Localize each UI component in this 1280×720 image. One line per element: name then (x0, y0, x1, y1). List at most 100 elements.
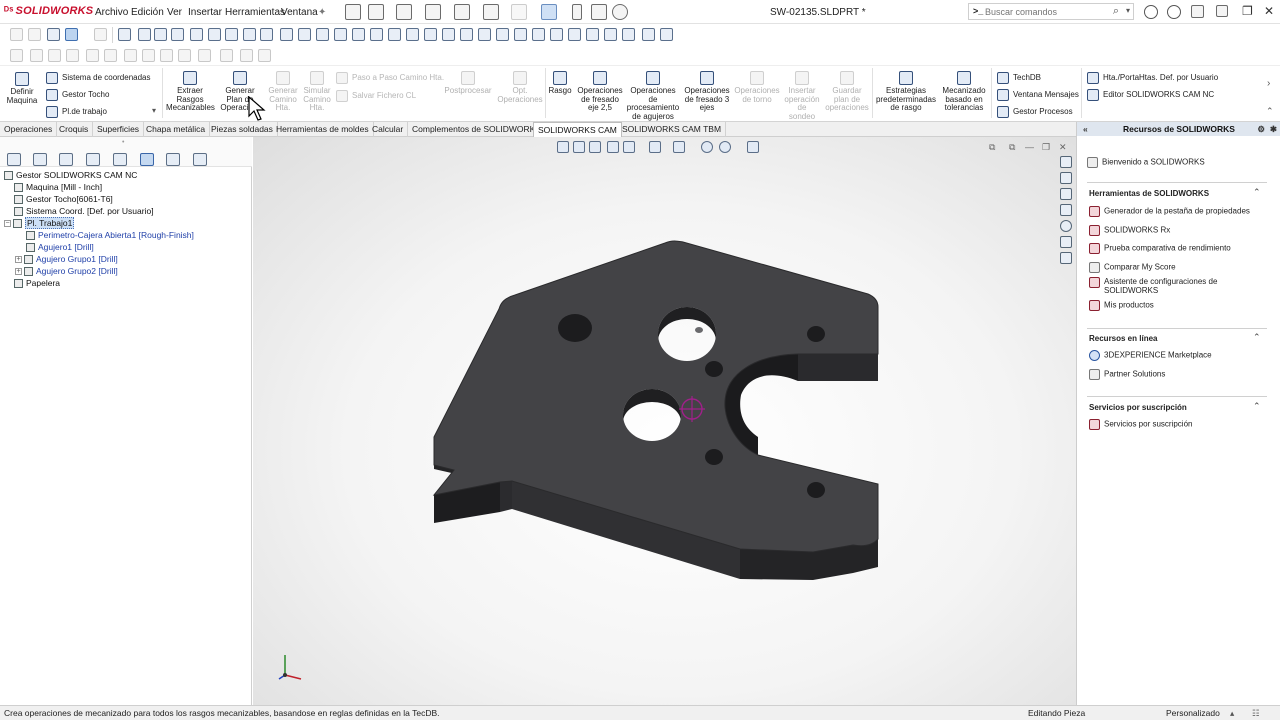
menu-herramientas[interactable]: Herramientas (225, 7, 285, 18)
share-icon[interactable] (1191, 5, 1204, 18)
section-tools-header[interactable]: Herramientas de SOLIDWORKS (1089, 189, 1209, 198)
guardar-plan-button[interactable]: Guardar plan de operaciones (824, 71, 870, 113)
filter-vertex-icon[interactable] (28, 28, 41, 41)
axis-icon[interactable] (334, 28, 347, 41)
propertymanager-tab-icon[interactable] (33, 153, 47, 166)
sketch-arc-icon[interactable] (66, 49, 79, 62)
cam-tab-icon[interactable] (1060, 252, 1072, 264)
featuremanager-tab-icon[interactable] (7, 153, 21, 166)
scale-icon[interactable] (406, 28, 419, 41)
tree-item-maquina[interactable]: Maquina [Mill - Inch] (14, 182, 102, 193)
filter-icon[interactable] (10, 28, 23, 41)
chevron-up-icon[interactable]: ⌃ (1253, 332, 1261, 343)
help-icon[interactable] (1167, 5, 1181, 19)
pattern-icon[interactable] (442, 28, 455, 41)
save-icon[interactable] (425, 4, 441, 20)
part-icon[interactable] (225, 28, 238, 41)
chevron-right-icon[interactable]: › (1267, 78, 1270, 89)
snap-icon[interactable] (258, 49, 271, 62)
editor-cam-button[interactable]: Editor SOLIDWORKS CAM NC (1087, 89, 1214, 101)
mirror-icon[interactable] (424, 28, 437, 41)
tree-item-agujero-grupo2[interactable]: + Agujero Grupo2 [Drill] (15, 266, 118, 277)
loft-icon[interactable] (208, 28, 221, 41)
zoom-icon[interactable] (460, 28, 473, 41)
salvar-fichero-button[interactable]: Salvar Fichero CL (336, 90, 416, 102)
procesamiento-agujeros-button[interactable]: Operaciones de procesamiento de agujeros (626, 71, 680, 121)
tab-herramientas-moldes[interactable]: Herramientas de moldes (272, 122, 374, 137)
edge-icon[interactable] (280, 28, 293, 41)
online-link[interactable]: 3DEXPERIENCE Marketplace (1089, 350, 1212, 361)
move-icon[interactable] (352, 28, 365, 41)
configurationmanager-tab-icon[interactable] (59, 153, 73, 166)
estrategias-button[interactable]: Estrategias predeterminadas de rasgo (874, 71, 938, 113)
select-pointer-icon[interactable] (541, 4, 557, 20)
section-icon[interactable] (496, 28, 509, 41)
dimxpert-tab-icon[interactable] (86, 153, 100, 166)
gestor-tocho-button[interactable]: Gestor Tocho (46, 89, 109, 101)
sweep-icon[interactable] (190, 28, 203, 41)
expand-icon[interactable]: + (15, 256, 22, 264)
file-explorer-tab-icon[interactable] (1060, 188, 1072, 200)
selection-filter-icon[interactable] (47, 28, 60, 41)
measure-icon[interactable] (478, 28, 491, 41)
tolerancias-button[interactable]: Mecanizado basado en tolerancias (940, 71, 988, 113)
section-subscription-header[interactable]: Servicios por suscripción (1089, 403, 1187, 412)
restore-panel-icon[interactable] (1216, 5, 1228, 17)
pin-icon[interactable]: ✦ (318, 7, 326, 18)
units-selector[interactable]: Personalizado (1166, 706, 1220, 720)
tab-chapa-metalica[interactable]: Chapa metálica (142, 122, 211, 137)
status-options-icon[interactable]: ☷ (1252, 706, 1260, 720)
open-icon[interactable] (396, 4, 412, 20)
bbox-icon[interactable] (316, 28, 329, 41)
traffic-light-icon[interactable] (572, 4, 582, 20)
solidworks-resources-tab-icon[interactable] (1060, 156, 1072, 168)
offset-icon[interactable] (124, 49, 137, 62)
custom-properties-tab-icon[interactable] (1060, 236, 1072, 248)
menu-insertar[interactable]: Insertar (188, 7, 222, 18)
settings-gear-icon[interactable]: ⚙ (1257, 122, 1265, 136)
insertar-sondeo-button[interactable]: Insertar operación de sondeo (782, 71, 822, 121)
select-icon[interactable] (65, 28, 78, 41)
postprocesar-button[interactable]: Postprocesar (442, 71, 494, 96)
relations-icon[interactable] (604, 28, 617, 41)
tab-solidworks-cam[interactable]: SOLIDWORKS CAM (533, 122, 622, 137)
fresado-3-button[interactable]: Operaciones de fresado 3 ejes (682, 71, 732, 113)
options-gear-icon[interactable] (612, 4, 628, 20)
menu-ventana[interactable]: Ventana (281, 7, 318, 18)
appearances-tab-icon[interactable] (1060, 220, 1072, 232)
hole-icon[interactable] (514, 28, 527, 41)
tab-superficies[interactable]: Superficies (93, 122, 145, 137)
tree-item-agujero-grupo1[interactable]: + Agujero Grupo1 [Drill] (15, 254, 118, 265)
user-account-icon[interactable] (1144, 5, 1158, 19)
rotate-icon[interactable] (370, 28, 383, 41)
welcome-link[interactable]: Bienvenido a SOLIDWORKS (1087, 157, 1205, 168)
search-icon[interactable]: ⌕ (1113, 5, 1119, 18)
hta-portahtas-button[interactable]: Hta./PortaHtas. Def. por Usuario (1087, 72, 1218, 84)
tab-croquis[interactable]: Croquis (55, 122, 94, 137)
grid-icon[interactable] (240, 49, 253, 62)
sistema-coordenadas-button[interactable]: Sistema de coordenadas (46, 72, 151, 84)
extraer-rasgos-button[interactable]: Extraer Rasgos Mecanizables (166, 71, 215, 113)
cam-feature-tree-tab-icon[interactable] (140, 153, 154, 166)
chevron-down-icon[interactable]: ▾ (152, 106, 156, 115)
tab-complementos[interactable]: Complementos de SOLIDWORKS (408, 122, 546, 137)
convert-icon[interactable] (142, 49, 155, 62)
sketch-circle-icon[interactable] (30, 49, 43, 62)
tab-calcular[interactable]: Calcular (368, 122, 409, 137)
shell-icon[interactable] (568, 28, 581, 41)
design-library-tab-icon[interactable] (1060, 172, 1072, 184)
revolve-icon[interactable] (171, 28, 184, 41)
tool-link[interactable]: Comparar My Score (1089, 262, 1176, 273)
more-tools-icon[interactable] (642, 28, 655, 41)
fillet-icon[interactable] (550, 28, 563, 41)
cam-part-model[interactable] (253, 137, 1076, 705)
paso-a-paso-button[interactable]: Paso a Paso Camino Hta. (336, 72, 444, 84)
ventana-mensajes-button[interactable]: Ventana Mensajes (997, 89, 1079, 101)
generar-camino-button[interactable]: Generar Camino Hta. (266, 71, 300, 113)
section-online-header[interactable]: Recursos en línea (1089, 334, 1157, 343)
tool-link[interactable]: Prueba comparativa de rendimiento (1089, 243, 1231, 254)
chevron-down-icon[interactable]: ▾ (1126, 6, 1130, 15)
graphics-area[interactable]: ⧉ ⧉ — ❐ ✕ (253, 137, 1076, 705)
corner-icon[interactable] (198, 49, 211, 62)
sketch-line-icon[interactable] (243, 28, 256, 41)
